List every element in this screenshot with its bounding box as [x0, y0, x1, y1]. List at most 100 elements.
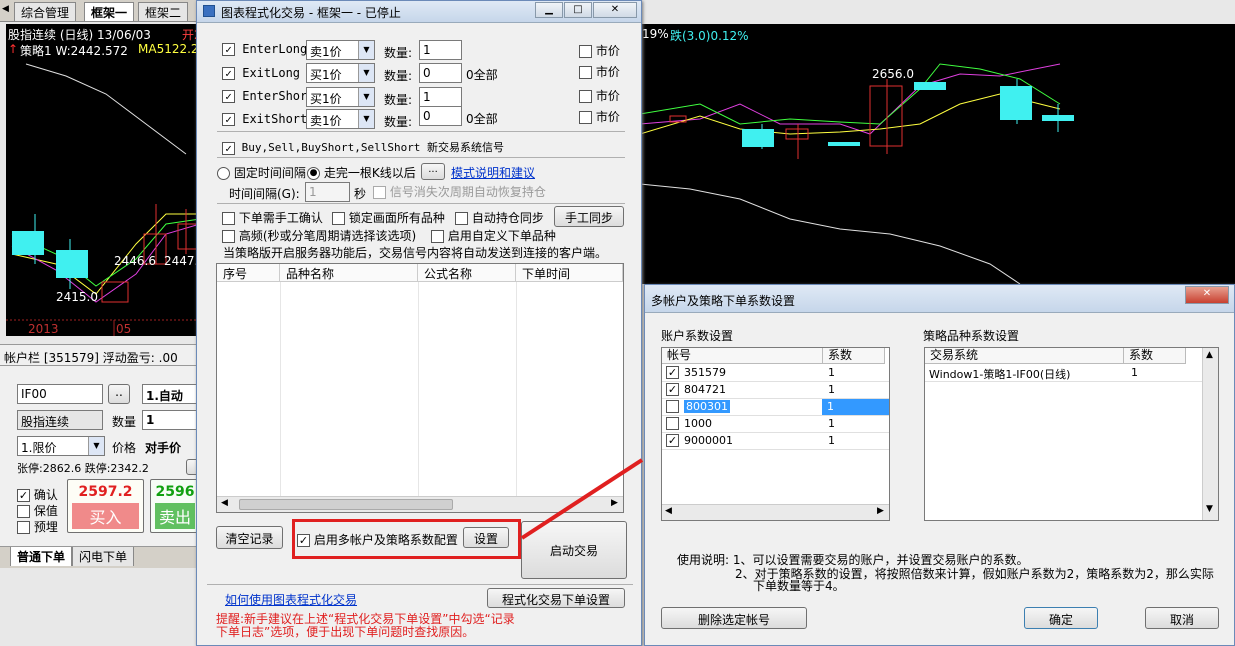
contract-code-input[interactable]: IF00: [17, 384, 103, 404]
quantity-label: 数量: [112, 415, 137, 429]
scroll-left-icon[interactable]: ◀: [221, 498, 228, 508]
column-header-strategy-coef[interactable]: 系数: [1124, 348, 1186, 364]
exit-long-qty[interactable]: 0: [419, 63, 462, 83]
table-row[interactable]: ✓ 9000001 1: [662, 433, 889, 450]
cancel-button[interactable]: 取消: [1145, 607, 1219, 629]
empty-checkbox: [455, 212, 468, 225]
contract-picker-button[interactable]: ..: [108, 384, 130, 404]
delete-account-button[interactable]: 删除选定帐号: [661, 607, 807, 629]
quantity-input[interactable]: 1: [142, 410, 200, 430]
enter-long-market-checkbox[interactable]: 市价: [579, 42, 620, 59]
exit-long-qty-label: 数量:: [384, 69, 413, 83]
order-mode-select[interactable]: 1.自动: [142, 384, 200, 404]
chevron-down-icon: ▼: [358, 41, 374, 59]
scroll-right-icon[interactable]: ▶: [877, 506, 884, 516]
tab-frame-1[interactable]: 框架一: [84, 2, 135, 21]
enter-long-qty[interactable]: 1: [419, 40, 462, 60]
price-type-select[interactable]: 1.限价 ▼: [17, 436, 105, 456]
mode-help-link[interactable]: 模式说明和建议: [451, 164, 535, 181]
clear-log-button[interactable]: 清空记录: [216, 526, 283, 549]
lock-all-checkbox[interactable]: 锁定画面所有品种: [332, 209, 445, 226]
scroll-down-icon[interactable]: ▼: [1206, 504, 1213, 514]
empty-checkbox: [579, 111, 592, 124]
column-header-time[interactable]: 下单时间: [516, 264, 623, 282]
column-header-formula[interactable]: 公式名称: [418, 264, 516, 282]
close-button[interactable]: ✕: [593, 2, 637, 18]
column-header-item[interactable]: 品种名称: [280, 264, 418, 282]
hedge-checkbox[interactable]: 保值: [17, 502, 58, 519]
high-frequency-checkbox[interactable]: 高频(秒或分笔周期请选择该选项): [222, 227, 416, 244]
grid-line: [418, 282, 419, 496]
interval-input[interactable]: 1: [305, 182, 350, 202]
exit-short-checkbox[interactable]: ✓ ExitShort: [222, 112, 307, 126]
table-row[interactable]: 800301 1: [662, 399, 889, 416]
empty-checkbox: [579, 90, 592, 103]
how-to-use-link[interactable]: 如何使用图表程式化交易: [225, 591, 357, 608]
empty-checkbox: [222, 212, 235, 225]
scrollbar-thumb[interactable]: [239, 499, 453, 510]
enter-long-order-type[interactable]: 卖1价 ▼: [306, 40, 375, 60]
scroll-up-icon[interactable]: ▲: [1206, 350, 1213, 360]
exit-short-order-type[interactable]: 卖1价 ▼: [306, 109, 375, 129]
vertical-scrollbar[interactable]: ▲ ▼: [1202, 348, 1218, 520]
column-header-account[interactable]: 帐号: [662, 348, 823, 364]
exit-long-checkbox[interactable]: ✓ ExitLong: [222, 66, 300, 80]
exit-short-market-checkbox[interactable]: 市价: [579, 108, 620, 125]
new-system-signal-checkbox[interactable]: ✓ Buy,Sell,BuyShort,SellShort 新交易系统信号: [222, 139, 504, 155]
order-panel: IF00 .. 1.自动 股指连续 数量 1 1.限价 ▼ 价格 对手价 张停:2…: [0, 366, 200, 546]
tab-normal-order[interactable]: 普通下单: [10, 547, 73, 566]
column-header-coef[interactable]: 系数: [823, 348, 885, 364]
buy-button[interactable]: 2597.2 买入: [67, 479, 144, 533]
column-header-index[interactable]: 序号: [217, 264, 280, 282]
preorder-checkbox[interactable]: 预埋: [17, 518, 58, 535]
scroll-left-icon[interactable]: ◀: [665, 506, 672, 516]
maximize-button[interactable]: □: [564, 2, 592, 18]
table-row[interactable]: Window1-策略1-IF00(日线) 1: [925, 365, 1218, 382]
price-value[interactable]: 对手价: [145, 439, 181, 456]
confirm-checkbox[interactable]: ✓ 确认: [17, 486, 58, 503]
exit-short-qty[interactable]: 0: [419, 106, 462, 126]
minimize-button[interactable]: ▁: [535, 2, 563, 18]
dialog2-title: 多帐户及策略下单系数设置: [651, 294, 796, 308]
sell-button[interactable]: 2596 卖出: [150, 479, 200, 533]
left-kline-chart[interactable]: 股指连续 (日线) 13/06/03 开2604. ↑ 策略1 W:2442.5…: [6, 24, 200, 336]
enter-short-order-type[interactable]: 买1价 ▼: [306, 87, 375, 107]
enter-long-checkbox[interactable]: ✓ EnterLong: [222, 42, 307, 56]
dialog-title: 图表程式化交易 - 框架一 - 已停止: [221, 6, 401, 20]
contract-name: 股指连续: [17, 410, 103, 430]
check-icon: ✓: [222, 67, 235, 80]
order-settings-button[interactable]: 程式化交易下单设置: [487, 588, 625, 608]
custom-items-checkbox[interactable]: 启用自定义下单品种: [431, 227, 556, 244]
chevron-down-icon: ▼: [358, 110, 374, 128]
table-row[interactable]: ✓ 804721 1: [662, 382, 889, 399]
after-k-radio[interactable]: ● 走完一根K线以后: [307, 164, 416, 181]
table-row[interactable]: 1000 1: [662, 416, 889, 433]
right-kline-chart[interactable]: 19% 跌(3.0)0.12% 2656.0: [640, 24, 1235, 284]
exit-long-order-type[interactable]: 买1价 ▼: [306, 63, 375, 83]
manual-confirm-checkbox[interactable]: 下单需手工确认: [222, 209, 323, 226]
ok-button[interactable]: 确定: [1024, 607, 1098, 629]
app-icon: [203, 5, 215, 17]
auto-sync-checkbox[interactable]: 自动持仓同步: [455, 209, 544, 226]
enter-short-checkbox[interactable]: ✓ EnterShort: [222, 89, 314, 103]
tab-overview[interactable]: 综合管理: [14, 2, 77, 21]
tab-flash-order[interactable]: 闪电下单: [72, 547, 135, 566]
column-header-system[interactable]: 交易系统: [925, 348, 1124, 364]
tab-frame-2[interactable]: 框架二: [138, 2, 189, 21]
table-row[interactable]: ✓ 351579 1: [662, 365, 889, 382]
k-options-button[interactable]: ...: [421, 163, 445, 180]
enter-short-market-checkbox[interactable]: 市价: [579, 87, 620, 104]
enter-short-qty[interactable]: 1: [419, 87, 462, 107]
restore-position-checkbox[interactable]: 信号消失次周期自动恢复持仓: [373, 183, 546, 200]
strategy-table[interactable]: 交易系统 系数 Window1-策略1-IF00(日线) 1 ▲ ▼: [924, 347, 1219, 521]
close-button[interactable]: ✕: [1185, 286, 1229, 304]
seconds-label: 秒: [354, 187, 367, 201]
tab-scroll-left-icon[interactable]: ◀: [2, 4, 9, 14]
exit-long-market-checkbox[interactable]: 市价: [579, 63, 620, 80]
chevron-down-icon: ▼: [88, 437, 104, 455]
account-table[interactable]: 帐号 系数 ✓ 351579 1 ✓ 804721 1 800301 1 1000 1 ✓ 9…: [661, 347, 890, 521]
fixed-interval-radio[interactable]: 固定时间间隔: [217, 164, 306, 181]
manual-sync-button[interactable]: 手工同步: [554, 206, 624, 227]
horizontal-scrollbar[interactable]: ◀ ▶: [662, 504, 889, 520]
divider: [217, 131, 625, 132]
